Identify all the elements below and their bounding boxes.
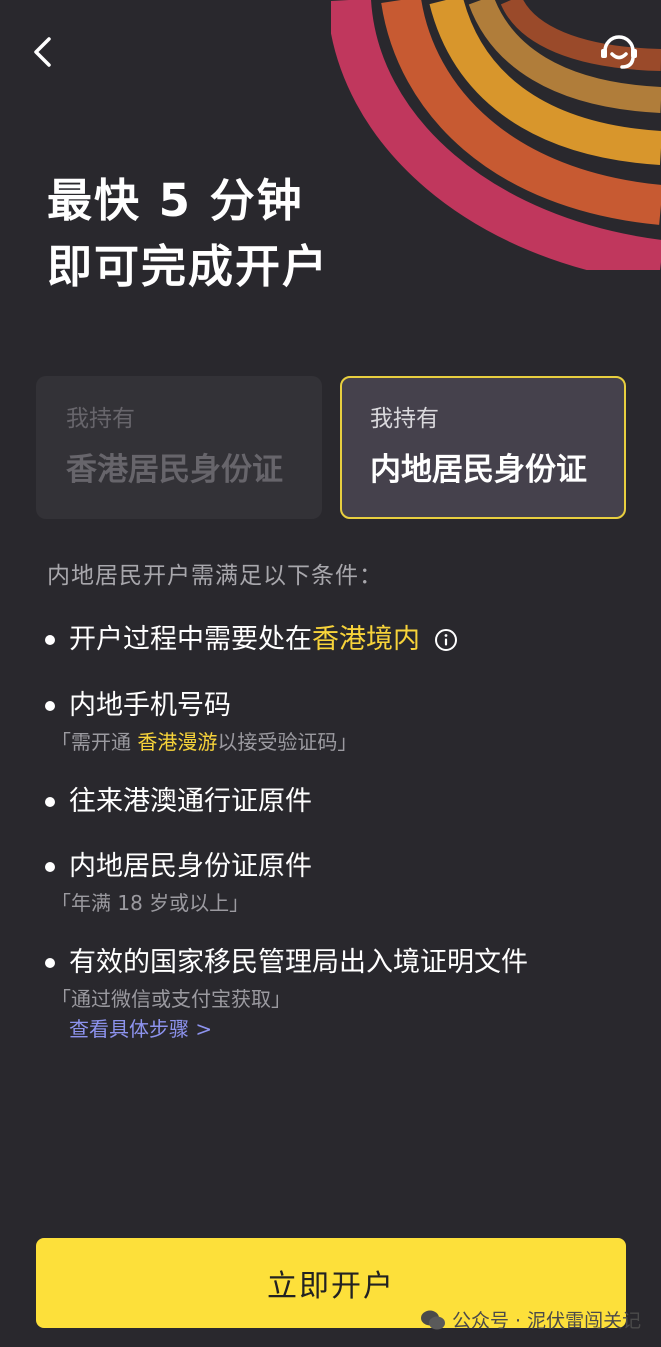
bullet bbox=[45, 958, 55, 968]
note-text: 以接受验证码」 bbox=[217, 730, 358, 754]
id-option-small-label: 我持有 bbox=[370, 406, 439, 432]
id-option-big-label: 内地居民身份证 bbox=[370, 452, 587, 488]
bullet bbox=[45, 797, 55, 807]
condition-text: 内地居民身份证原件 bbox=[69, 851, 312, 882]
condition-note: 「需开通 香港漫游以接受验证码」 bbox=[51, 728, 357, 756]
id-option-big-label: 香港居民身份证 bbox=[66, 452, 283, 488]
condition-text: 有效的国家移民管理局出入境证明文件 bbox=[69, 947, 528, 978]
account-opening-screen: 最快 5 分钟 即可完成开户 我持有 香港居民身份证 我持有 内地居民身份证 内… bbox=[0, 0, 661, 1347]
title-line-1: 最快 5 分钟 bbox=[47, 174, 304, 227]
watermark: 公众号 · 泥伏雷闯关记 bbox=[420, 1306, 641, 1333]
id-option-mainland-resident[interactable]: 我持有 内地居民身份证 bbox=[340, 376, 626, 519]
condition-item-permit: 往来港澳通行证原件 bbox=[45, 782, 312, 822]
conditions-title: 内地居民开户需满足以下条件： bbox=[47, 563, 383, 589]
chevron-left-icon bbox=[34, 37, 51, 67]
bullet bbox=[45, 635, 55, 645]
id-option-small-label: 我持有 bbox=[66, 406, 135, 432]
condition-text: 内地手机号码 bbox=[69, 690, 231, 721]
title-line-2: 即可完成开户 bbox=[47, 240, 330, 293]
info-icon[interactable] bbox=[434, 628, 458, 652]
condition-item-location: 开户过程中需要处在 香港境内 bbox=[45, 620, 458, 660]
condition-item-phone: 内地手机号码 「需开通 香港漫游以接受验证码」 bbox=[45, 686, 357, 756]
customer-service-headset-icon bbox=[601, 35, 637, 69]
back-button[interactable] bbox=[22, 30, 62, 74]
note-highlight: 香港漫游 bbox=[137, 730, 218, 754]
bullet bbox=[45, 862, 55, 872]
id-option-hk-resident[interactable]: 我持有 香港居民身份证 bbox=[36, 376, 322, 519]
page-title: 最快 5 分钟 即可完成开户 bbox=[47, 168, 329, 300]
condition-item-id-card: 内地居民身份证原件 「年满 18 岁或以上」 bbox=[45, 847, 312, 917]
watermark-text: 公众号 · 泥伏雷闯关记 bbox=[452, 1310, 642, 1332]
condition-highlight: 香港境内 bbox=[312, 624, 420, 655]
note-text: 「需开通 bbox=[51, 730, 138, 754]
bullet bbox=[45, 701, 55, 711]
condition-text: 往来港澳通行证原件 bbox=[69, 786, 312, 817]
wechat-icon bbox=[421, 1310, 445, 1329]
view-steps-link[interactable]: 查看具体步骤 > bbox=[69, 1015, 528, 1043]
customer-service-button[interactable] bbox=[595, 26, 643, 74]
condition-item-immigration: 有效的国家移民管理局出入境证明文件 「通过微信或支付宝获取」 查看具体步骤 > bbox=[45, 943, 528, 1043]
condition-text: 开户过程中需要处在 bbox=[69, 624, 312, 655]
condition-note: 「通过微信或支付宝获取」 bbox=[51, 987, 291, 1011]
condition-note: 「年满 18 岁或以上」 bbox=[51, 891, 250, 915]
